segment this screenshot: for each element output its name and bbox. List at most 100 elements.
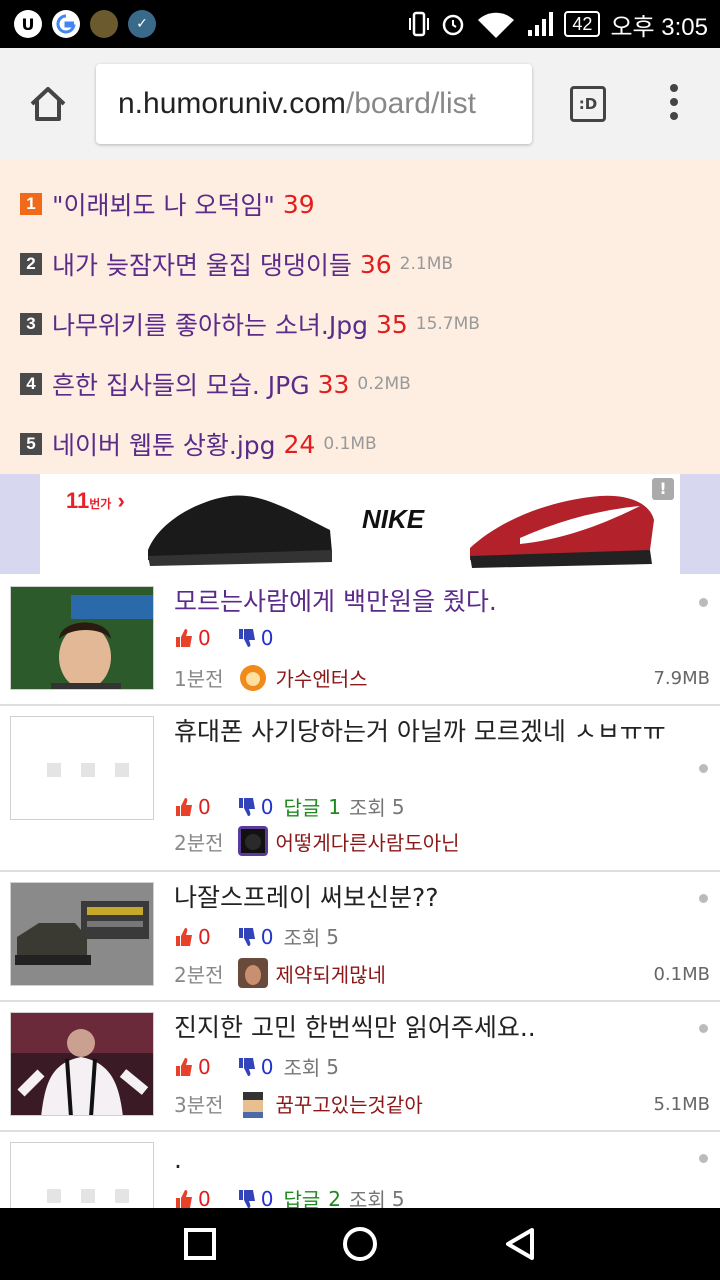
downvote-count: 0 [260, 924, 274, 949]
post-stats: 0 0 답글 2 조회 5 [174, 1184, 405, 1208]
post-stats: 0 0 답글 1 조회 5 [174, 792, 405, 821]
system-icons: 42 오후 3:05 [408, 8, 708, 41]
post-options-dot[interactable] [699, 894, 708, 903]
thumbs-down-icon [238, 1057, 255, 1076]
upvote-count: 0 [198, 1054, 211, 1079]
home-button-icon[interactable] [342, 1226, 378, 1262]
post-row[interactable]: 휴대폰 사기당하는거 아닐까 모르겠네 ㅅㅂㅠㅠ 0 0 답글 1 조회 5 2… [0, 706, 720, 872]
tab-switcher-button[interactable]: :D [570, 86, 606, 122]
back-icon[interactable] [502, 1226, 538, 1262]
post-row[interactable]: . 0 0 답글 2 조회 5 [0, 1132, 720, 1208]
rank-badge: 3 [20, 313, 42, 335]
post-time: 1분전 [174, 666, 224, 691]
post-meta: 3분전 꿈꾸고있는것같아 [174, 1088, 423, 1118]
upvote-count: 0 [198, 626, 211, 650]
views-count: 5 [391, 794, 405, 819]
u-app-icon: U [14, 10, 42, 38]
battery-icon: 42 [564, 11, 601, 37]
best-item[interactable]: 3 나무위키를 좋아하는 소녀.Jpg 35 15.7MB [0, 294, 720, 354]
post-author[interactable]: 어떻게다른사람도아닌 [276, 827, 460, 856]
downvote-count: 0 [260, 794, 274, 819]
system-navigation-bar [0, 1208, 720, 1280]
views-count: 5 [391, 1186, 405, 1209]
thumbs-up-icon [176, 927, 192, 946]
recents-icon[interactable] [182, 1226, 218, 1262]
best-item-count: 33 [317, 369, 350, 399]
best-item-title[interactable]: 흔한 집사들의 모습. JPG [52, 366, 310, 402]
post-thumbnail-placeholder[interactable] [10, 716, 154, 820]
best-item[interactable]: 1 "이래뵈도 나 오덕임" 39 [0, 174, 720, 234]
signal-icon [528, 12, 554, 36]
post-row[interactable]: 진지한 고민 한번씩만 읽어주세요.. 0 0 조회 5 3분전 꿈꾸고있는것같… [0, 1002, 720, 1132]
post-author[interactable]: 꿈꾸고있는것같아 [276, 1089, 423, 1118]
best-item[interactable]: 4 흔한 집사들의 모습. JPG 33 0.2MB [0, 354, 720, 414]
upvote-count: 0 [198, 1186, 211, 1209]
post-thumbnail[interactable] [10, 882, 154, 986]
post-row[interactable]: 나잘스프레이 써보신분?? 0 0 조회 5 2분전 제약되게많네 0.1MB [0, 872, 720, 1002]
views-count: 5 [326, 924, 340, 949]
downvote-count: 0 [260, 626, 274, 650]
thumbs-up-icon [176, 629, 192, 647]
post-options-dot[interactable] [699, 598, 708, 607]
post-thumbnail[interactable] [10, 1012, 154, 1116]
ad-banner[interactable]: 11번가 › NIKE ! [0, 474, 720, 574]
post-thumbnail-placeholder[interactable] [10, 1142, 154, 1208]
post-options-dot[interactable] [699, 1024, 708, 1033]
post-title[interactable]: 휴대폰 사기당하는거 아닐까 모르겠네 ㅅㅂㅠㅠ [174, 714, 684, 750]
post-title[interactable]: 진지한 고민 한번씩만 읽어주세요.. [174, 1010, 684, 1046]
url-path: /board/list [345, 87, 476, 120]
browser-toolbar: n.humoruniv.com/board/list :D [0, 48, 720, 208]
url-bar[interactable]: n.humoruniv.com/board/list [96, 64, 532, 144]
clock: 오후 3:05 [610, 13, 708, 41]
status-bar: U ✓ 42 오후 3:05 [0, 0, 720, 48]
thumbs-down-icon [238, 927, 255, 946]
post-thumbnail[interactable] [10, 586, 154, 690]
post-author[interactable]: 가수엔터스 [276, 663, 368, 692]
post-author[interactable]: 제약되게많네 [276, 959, 386, 988]
best-item-title[interactable]: "이래뵈도 나 오덕임" [52, 186, 275, 222]
notification-icons: U ✓ [14, 10, 156, 38]
best-item-title[interactable]: 네이버 웹툰 상황.jpg [52, 426, 276, 462]
nike-logo: NIKE [362, 504, 425, 534]
best-item[interactable]: 5 네이버 웹툰 상황.jpg 24 0.1MB [0, 414, 720, 474]
ad-info-icon[interactable]: ! [652, 478, 674, 500]
google-icon [52, 10, 80, 38]
post-size: 5.1MB [653, 1094, 710, 1115]
post-size: 7.9MB [653, 668, 710, 689]
post-title[interactable]: 모르는사람에게 백만원을 줬다. [174, 584, 684, 620]
downvote-count: 0 [260, 1054, 274, 1079]
post-meta: 2분전 어떻게다른사람도아닌 [174, 826, 460, 856]
views-label: 조회 [349, 1188, 386, 1208]
home-icon[interactable] [26, 82, 70, 126]
overflow-menu-icon[interactable] [666, 84, 682, 124]
avatar [237, 958, 268, 988]
post-title[interactable]: . [174, 1142, 684, 1178]
best-item-size: 2.1MB [399, 254, 454, 274]
rank-badge: 4 [20, 373, 42, 395]
best-item-title[interactable]: 내가 늦잠자면 울집 댕댕이들 [52, 246, 352, 282]
best-item[interactable]: 2 내가 늦잠자면 울집 댕댕이들 36 2.1MB [0, 234, 720, 294]
reply-count: 1 [328, 794, 342, 819]
post-time: 2분전 [174, 830, 224, 855]
avatar [239, 665, 266, 691]
ad-content[interactable]: 11번가 › NIKE ! [40, 474, 680, 574]
post-stats: 0 0 조회 5 [174, 922, 339, 951]
post-title[interactable]: 나잘스프레이 써보신분?? [174, 880, 684, 916]
best-item-size: 0.2MB [357, 374, 411, 394]
post-time: 2분전 [174, 962, 224, 987]
vibrate-icon [409, 11, 430, 37]
views-label: 조회 [349, 796, 386, 820]
reply-count: 2 [328, 1186, 342, 1209]
best-item-count: 35 [375, 309, 408, 339]
thumbs-down-icon [238, 629, 255, 647]
post-row[interactable]: 모르는사람에게 백만원을 줬다. 0 0 1분전 가수엔터스 7.9MB [0, 576, 720, 706]
post-options-dot[interactable] [699, 764, 708, 773]
post-options-dot[interactable] [699, 1154, 708, 1163]
upvote-count: 0 [198, 924, 211, 949]
thumbs-up-icon [176, 1057, 192, 1076]
thumbs-down-icon [238, 1189, 255, 1208]
post-meta: 2분전 제약되게많네 [174, 958, 386, 988]
check-icon: ✓ [128, 10, 156, 38]
views-count: 5 [326, 1054, 340, 1079]
best-item-title[interactable]: 나무위키를 좋아하는 소녀.Jpg [52, 306, 368, 342]
